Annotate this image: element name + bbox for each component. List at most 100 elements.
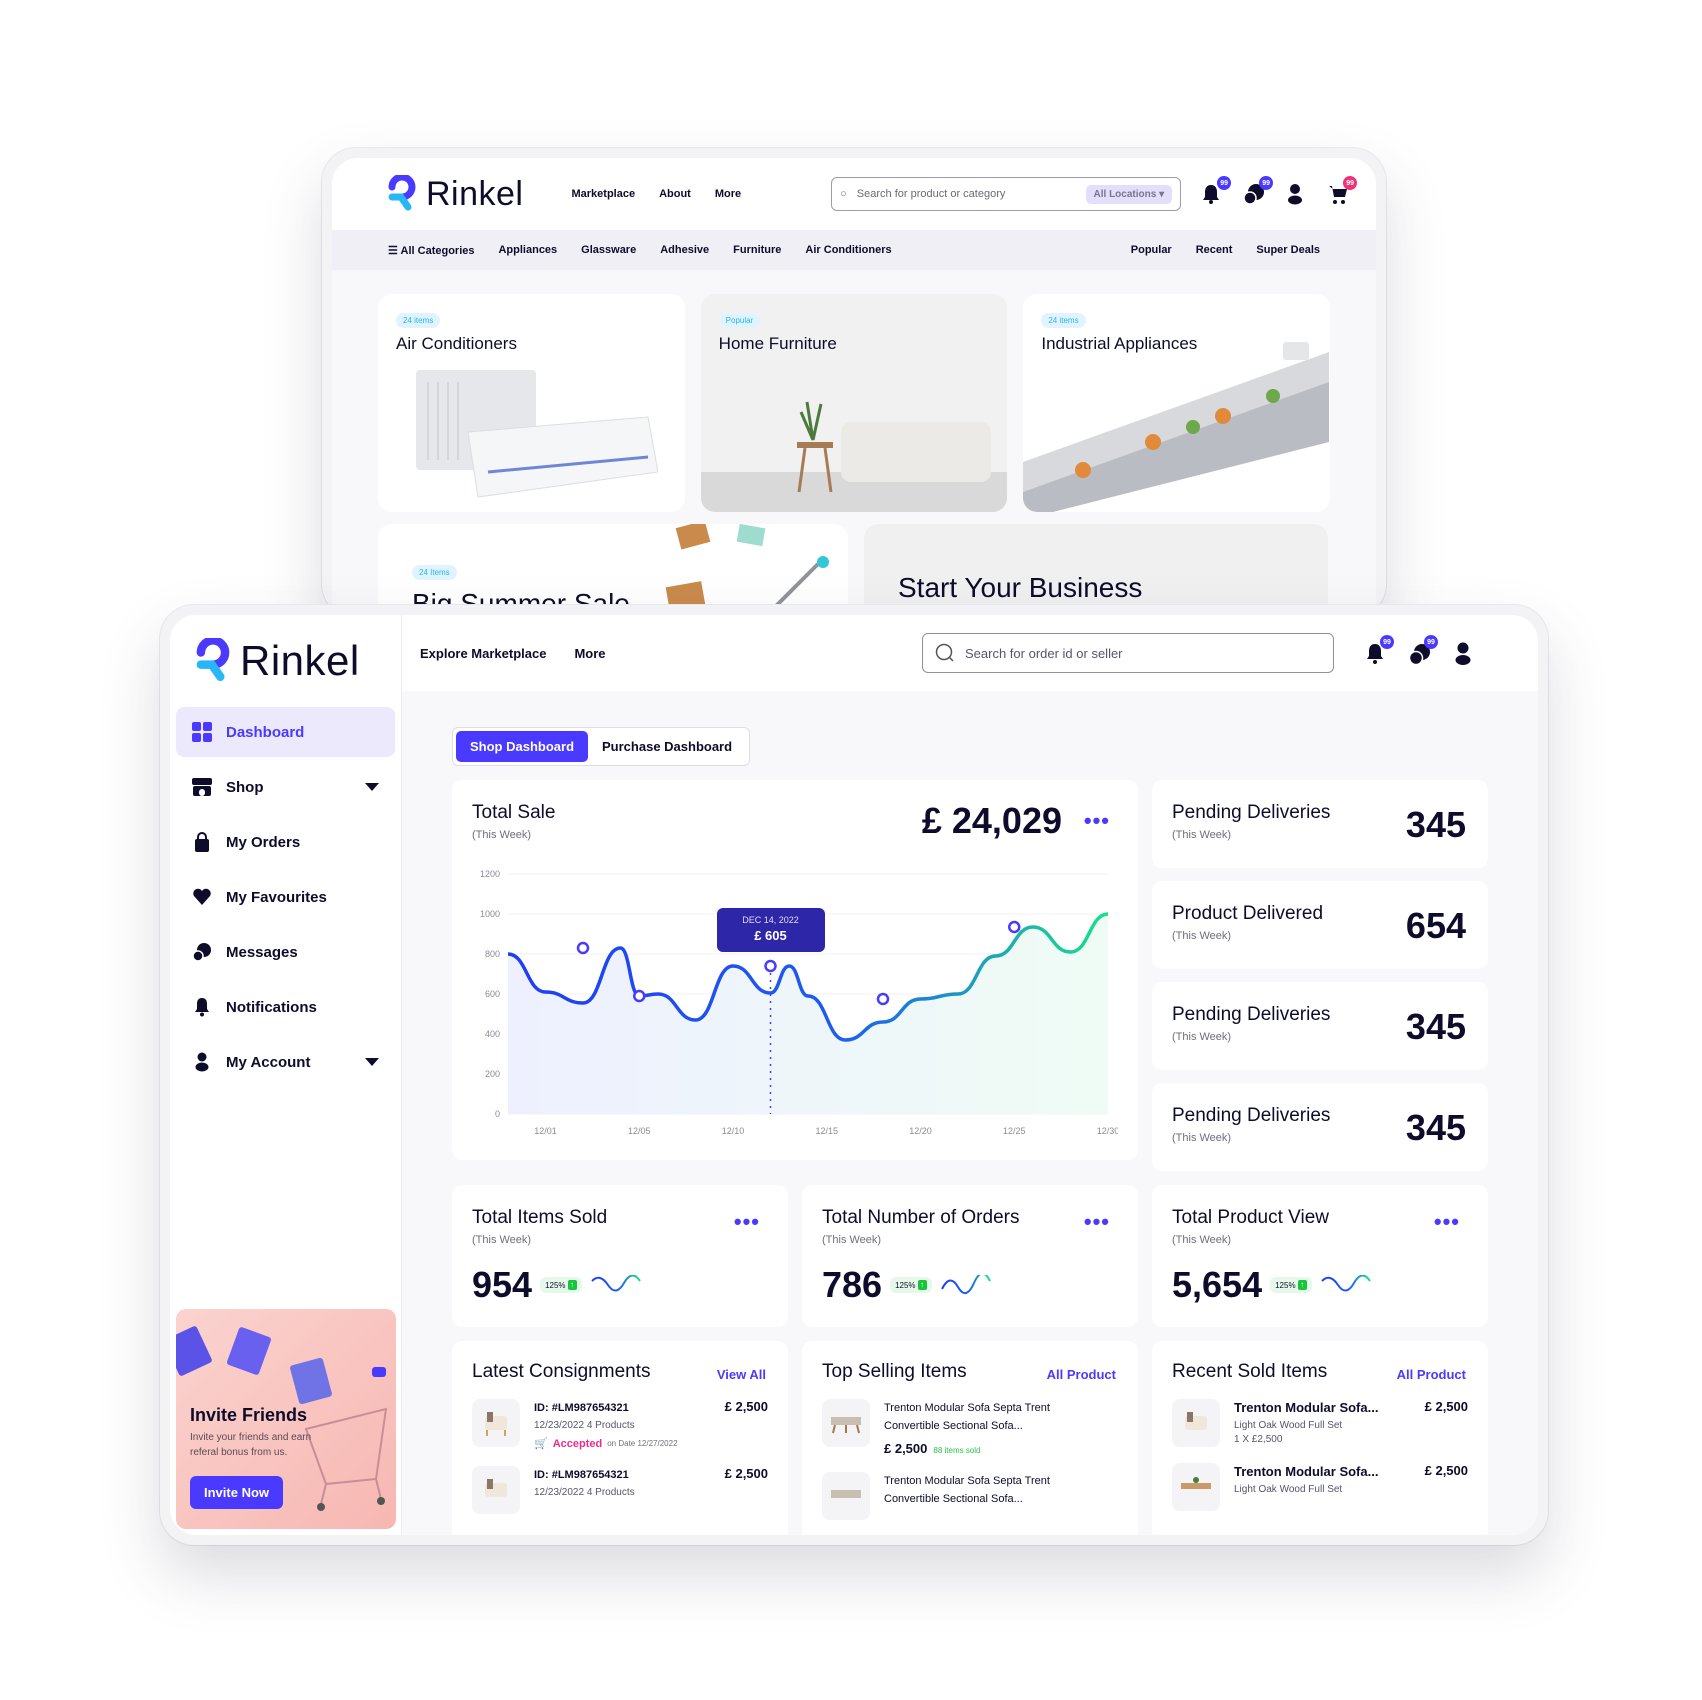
nav-more[interactable]: More bbox=[574, 646, 605, 661]
data-point[interactable] bbox=[1008, 920, 1021, 934]
arrow-up-icon: ↑ bbox=[917, 1280, 927, 1290]
x-tick-label: 12/30 bbox=[1097, 1126, 1118, 1136]
chat-icon[interactable]: 99 bbox=[1243, 176, 1274, 205]
more-options-icon[interactable]: ••• bbox=[1434, 1211, 1460, 1233]
stat-value: 345 bbox=[1405, 804, 1466, 845]
sparkline bbox=[590, 1275, 641, 1292]
heart-icon bbox=[193, 888, 211, 905]
category-appliances[interactable]: Appliances bbox=[498, 244, 557, 256]
user-icon[interactable] bbox=[1452, 642, 1474, 665]
grid-icon bbox=[192, 722, 212, 742]
link-recent[interactable]: Recent bbox=[1196, 244, 1233, 256]
marketplace-header: Rinkel Marketplace About More ○ Search f… bbox=[332, 158, 1376, 230]
search-icon: ○ bbox=[840, 188, 847, 200]
sidebar-item-label: My Favourites bbox=[226, 888, 327, 906]
nav-marketplace[interactable]: Marketplace bbox=[571, 188, 635, 200]
dashboard-tabs: Shop Dashboard Purchase Dashboard bbox=[452, 727, 751, 766]
sidebar-item-my-account[interactable]: My Account bbox=[176, 1037, 395, 1087]
kpi-card-items-sold: Total Items Sold (This Week) ••• 954 125%… bbox=[452, 1185, 788, 1327]
kpi-value: 5,654 bbox=[1172, 1264, 1263, 1305]
link-popular[interactable]: Popular bbox=[1131, 244, 1172, 256]
category-card-air-conditioners[interactable]: 24 items Air Conditioners bbox=[378, 294, 685, 512]
category-card-industrial-appliances[interactable]: 24 items Industrial Appliances bbox=[1023, 294, 1331, 512]
big-summer-sale-banner[interactable]: 24 Items Big Summer Sale bbox=[378, 524, 848, 618]
tooltip-date: DEC 14, 2022 bbox=[742, 915, 799, 925]
link-super-deals[interactable]: Super Deals bbox=[1256, 244, 1320, 256]
chat-icon bbox=[192, 943, 211, 962]
nav-about[interactable]: About bbox=[659, 188, 691, 200]
logo[interactable]: Rinkel bbox=[170, 615, 401, 685]
chat-icon[interactable]: 99 bbox=[1408, 635, 1438, 666]
more-options-icon[interactable]: ••• bbox=[734, 1211, 760, 1233]
nav-more[interactable]: More bbox=[715, 188, 741, 200]
data-point[interactable] bbox=[876, 992, 890, 1006]
search-placeholder: Search for order id or seller bbox=[965, 645, 1123, 661]
category-furniture[interactable]: Furniture bbox=[733, 244, 781, 256]
more-options-icon[interactable]: ••• bbox=[1084, 810, 1110, 832]
list-item[interactable]: ID: #LM987654321 12/23/2022 4 Products £… bbox=[472, 1466, 768, 1514]
product-price: £ 2,500 bbox=[1424, 1463, 1468, 1478]
order-search-input[interactable]: Search for order id or seller bbox=[922, 633, 1334, 673]
chart-tooltip: DEC 14, 2022 £ 605 bbox=[716, 908, 825, 952]
chevron-down-icon[interactable] bbox=[365, 1058, 379, 1066]
kpi-title: Total Items Sold bbox=[472, 1207, 608, 1228]
furniture-image bbox=[700, 401, 1007, 512]
data-point[interactable] bbox=[633, 989, 646, 1003]
sidebar-item-my-orders[interactable]: My Orders bbox=[176, 817, 395, 867]
nav-explore-marketplace[interactable]: Explore Marketplace bbox=[420, 646, 546, 661]
list-item[interactable]: Trenton Modular Sofa... Light Oak Wood F… bbox=[1172, 1399, 1468, 1447]
industrial-kitchen-image bbox=[1023, 342, 1330, 512]
user-icon[interactable] bbox=[1285, 183, 1307, 205]
tab-shop-dashboard[interactable]: Shop Dashboard bbox=[456, 731, 589, 762]
start-business-banner[interactable]: Start Your Business bbox=[864, 524, 1328, 618]
all-product-link[interactable]: All Product bbox=[1047, 1367, 1116, 1382]
logo[interactable]: Rinkel bbox=[388, 175, 523, 214]
sidebar-item-messages[interactable]: Messages bbox=[176, 927, 395, 977]
bell-icon[interactable]: 99 bbox=[1201, 176, 1232, 205]
all-categories[interactable]: ☰ All Categories bbox=[388, 244, 474, 257]
product-thumbnail bbox=[472, 1399, 520, 1447]
invite-now-button[interactable]: Invite Now bbox=[190, 1476, 284, 1509]
sidebar-item-notifications[interactable]: Notifications bbox=[176, 982, 395, 1032]
bag-icon bbox=[195, 832, 209, 852]
view-all-link[interactable]: View All bbox=[717, 1367, 766, 1382]
product-price: £ 2,500 bbox=[884, 1441, 928, 1456]
cart-icon[interactable]: 99 bbox=[1327, 176, 1358, 205]
category-adhesive[interactable]: Adhesive bbox=[660, 244, 709, 256]
list-item[interactable]: Trenton Modular Sofa Septa Trent Convert… bbox=[822, 1399, 1118, 1456]
tab-purchase-dashboard[interactable]: Purchase Dashboard bbox=[588, 731, 746, 762]
list-item[interactable]: ID: #LM987654321 12/23/2022 4 Products 🛒… bbox=[472, 1399, 768, 1450]
product-meta: Light Oak Wood Full Set bbox=[1234, 1420, 1343, 1431]
shop-icon bbox=[192, 778, 212, 796]
all-product-link[interactable]: All Product bbox=[1397, 1367, 1466, 1382]
data-point[interactable] bbox=[576, 941, 590, 955]
list-item[interactable]: Trenton Modular Sofa... Light Oak Wood F… bbox=[1172, 1463, 1468, 1511]
chevron-down-icon[interactable] bbox=[365, 783, 379, 791]
data-point[interactable] bbox=[764, 959, 777, 973]
location-select[interactable]: All Locations ▾ bbox=[1085, 184, 1173, 204]
cart-check-icon: 🛒 bbox=[534, 1438, 548, 1450]
air-conditioner-image bbox=[416, 370, 658, 498]
sidebar-item-dashboard[interactable]: Dashboard bbox=[176, 707, 395, 757]
list-item[interactable]: Trenton Modular Sofa Septa Trent Convert… bbox=[822, 1472, 1118, 1520]
kpi-value: 786 bbox=[822, 1264, 883, 1305]
category-air-conditioners[interactable]: Air Conditioners bbox=[805, 244, 891, 256]
bell-icon[interactable]: 99 bbox=[1364, 635, 1394, 664]
consignment-meta: 12/23/2022 4 Products bbox=[534, 1487, 635, 1498]
dashboard-window: Rinkel Dashboard Shop My Orders My Favou… bbox=[160, 605, 1548, 1545]
sidebar-item-my-favourites[interactable]: My Favourites bbox=[176, 872, 395, 922]
invite-friends-card: Invite Friends Invite your friends and e… bbox=[176, 1309, 396, 1529]
kpi-value: 954 bbox=[472, 1264, 533, 1305]
product-search[interactable]: ○ Search for product or category All Loc… bbox=[831, 177, 1182, 211]
category-card-home-furniture[interactable]: Popular Home Furniture bbox=[700, 294, 1008, 512]
card-title: Air Conditioners bbox=[396, 334, 517, 353]
stat-value: 345 bbox=[1405, 1006, 1466, 1047]
kpi-card-orders: Total Number of Orders (This Week) ••• 7… bbox=[802, 1185, 1138, 1327]
category-glassware[interactable]: Glassware bbox=[581, 244, 636, 256]
more-options-icon[interactable]: ••• bbox=[1084, 1211, 1110, 1233]
y-tick-label: 400 bbox=[485, 1029, 500, 1039]
sidebar-item-shop[interactable]: Shop bbox=[176, 762, 395, 812]
kpi-title: Total Product View bbox=[1172, 1207, 1330, 1228]
sparkline bbox=[940, 1275, 991, 1294]
product-thumbnail bbox=[822, 1399, 870, 1447]
